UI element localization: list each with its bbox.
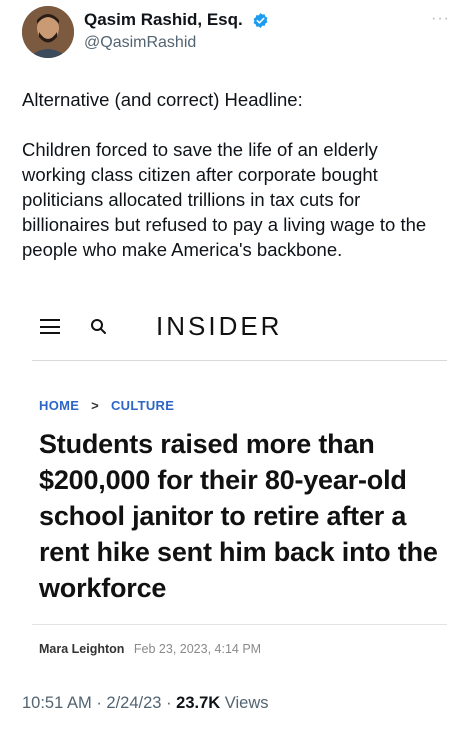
hamburger-menu-icon[interactable] [40,319,60,334]
insider-nav-bar: INSIDER [22,298,447,358]
tweet-paragraph-1: Alternative (and correct) Headline: [22,89,303,110]
views-count[interactable]: 23.7K [176,694,220,712]
tweet-text: Alternative (and correct) Headline: Chil… [22,87,442,262]
meta-separator: · [166,694,172,712]
tweet-date[interactable]: 2/24/23 [106,694,161,712]
avatar[interactable] [22,6,74,58]
more-options-icon[interactable]: ··· [431,10,450,28]
breadcrumb-home-link[interactable]: HOME [39,398,79,413]
tweet-time[interactable]: 10:51 AM [22,694,92,712]
verified-badge-icon [253,12,268,28]
tweet-meta: 10:51 AM · 2/24/23 · 23.7K Views [22,694,269,713]
avatar-photo [22,6,74,58]
byline-author[interactable]: Mara Leighton [39,642,124,656]
article-headline[interactable]: Students raised more than $200,000 for t… [39,426,439,606]
tweet-header: Qasim Rashid, Esq. @QasimRashid ··· [22,6,452,66]
article-card[interactable]: INSIDER HOME > CULTURE Students raised m… [22,298,447,670]
search-icon[interactable] [90,318,107,335]
insider-logo[interactable]: INSIDER [156,311,282,342]
byline-divider [32,624,447,625]
views-label: Views [224,694,269,712]
meta-separator: · [96,694,102,712]
breadcrumb-section-link[interactable]: CULTURE [111,398,174,413]
article-byline: Mara Leighton Feb 23, 2023, 4:14 PM [39,642,261,656]
breadcrumb-separator-icon: > [91,398,100,413]
author-name[interactable]: Qasim Rashid, Esq. [84,10,243,30]
nav-divider [32,360,447,361]
byline-date: Feb 23, 2023, 4:14 PM [133,642,262,656]
author-handle[interactable]: @QasimRashid [84,34,269,52]
author-block[interactable]: Qasim Rashid, Esq. @QasimRashid [84,10,269,52]
tweet-paragraph-2: Children forced to save the life of an e… [22,139,427,260]
breadcrumb: HOME > CULTURE [39,398,174,413]
